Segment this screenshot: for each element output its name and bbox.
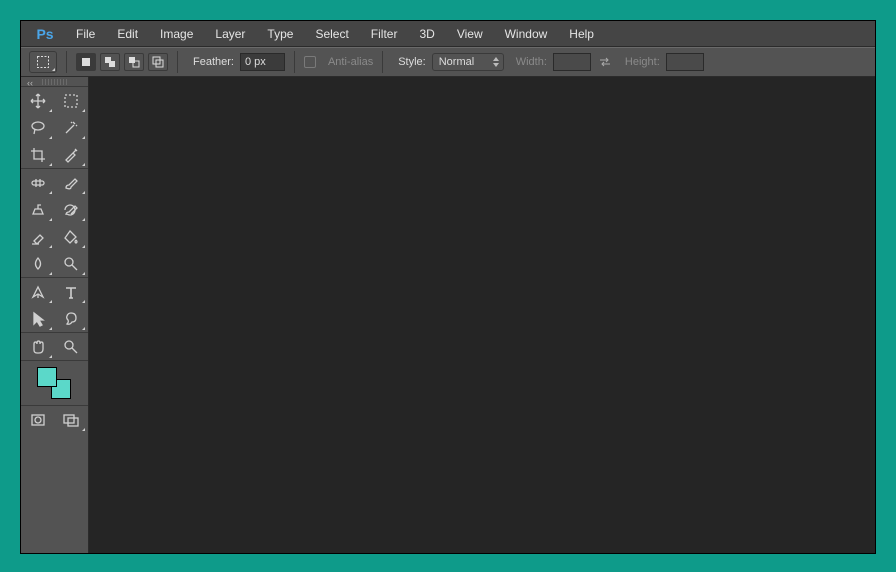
move-tool-icon[interactable] — [21, 87, 55, 114]
options-bar: Feather: Anti-alias Style: Normal Width:… — [21, 47, 875, 77]
menu-type[interactable]: Type — [256, 22, 304, 46]
quickmask-icon[interactable] — [21, 406, 55, 433]
magic-wand-tool-icon[interactable] — [55, 114, 89, 141]
brush-tool-icon[interactable] — [55, 169, 89, 196]
feather-label: Feather: — [193, 56, 234, 68]
path-select-tool-icon[interactable] — [21, 305, 55, 332]
selection-add-icon[interactable] — [100, 53, 120, 71]
zoom-tool-icon[interactable] — [55, 333, 89, 360]
width-input — [553, 53, 591, 71]
lasso-tool-icon[interactable] — [21, 114, 55, 141]
paint-bucket-tool-icon[interactable] — [55, 223, 89, 250]
menu-view[interactable]: View — [446, 22, 494, 46]
swap-wh-icon[interactable] — [597, 54, 613, 70]
menu-bar: Ps File Edit Image Layer Type Select Fil… — [21, 21, 875, 47]
antialias-checkbox[interactable] — [304, 56, 316, 68]
app-logo: Ps — [25, 26, 65, 42]
screenmode-icon[interactable] — [55, 406, 89, 433]
height-label: Height: — [625, 56, 660, 68]
menu-help[interactable]: Help — [558, 22, 605, 46]
shape-tool-icon[interactable] — [55, 305, 89, 332]
width-label: Width: — [516, 56, 547, 68]
crop-tool-icon[interactable] — [21, 141, 55, 168]
menu-layer[interactable]: Layer — [204, 22, 256, 46]
pen-tool-icon[interactable] — [21, 278, 55, 305]
menu-file[interactable]: File — [65, 22, 106, 46]
menu-filter[interactable]: Filter — [360, 22, 409, 46]
feather-input[interactable] — [240, 53, 285, 71]
style-label: Style: — [398, 56, 426, 68]
eyedropper-tool-icon[interactable] — [55, 141, 89, 168]
current-tool-marquee[interactable] — [29, 51, 57, 73]
menu-window[interactable]: Window — [494, 22, 559, 46]
style-select[interactable]: Normal — [432, 53, 504, 71]
selection-subtract-icon[interactable] — [124, 53, 144, 71]
color-swatches[interactable] — [21, 361, 88, 405]
selection-intersect-icon[interactable] — [148, 53, 168, 71]
menu-edit[interactable]: Edit — [106, 22, 149, 46]
canvas-area[interactable] — [89, 77, 875, 553]
hand-tool-icon[interactable] — [21, 333, 55, 360]
type-tool-icon[interactable] — [55, 278, 89, 305]
foreground-color[interactable] — [37, 367, 57, 387]
spot-heal-tool-icon[interactable] — [21, 169, 55, 196]
selection-new-icon[interactable] — [76, 53, 96, 71]
eraser-tool-icon[interactable] — [21, 223, 55, 250]
blur-tool-icon[interactable] — [21, 250, 55, 277]
height-input — [666, 53, 704, 71]
menu-image[interactable]: Image — [149, 22, 204, 46]
dodge-tool-icon[interactable] — [55, 250, 89, 277]
clone-stamp-tool-icon[interactable] — [21, 196, 55, 223]
selection-mode-group — [76, 53, 168, 71]
photoshop-window: Ps File Edit Image Layer Type Select Fil… — [20, 20, 876, 554]
antialias-label: Anti-alias — [328, 56, 373, 68]
menu-3d[interactable]: 3D — [408, 22, 445, 46]
marquee-tool-icon[interactable] — [55, 87, 89, 114]
toolbox-header[interactable]: ‹‹ — [21, 77, 88, 87]
history-brush-tool-icon[interactable] — [55, 196, 89, 223]
menu-select[interactable]: Select — [304, 22, 359, 46]
toolbox: ‹‹ — [21, 77, 89, 553]
